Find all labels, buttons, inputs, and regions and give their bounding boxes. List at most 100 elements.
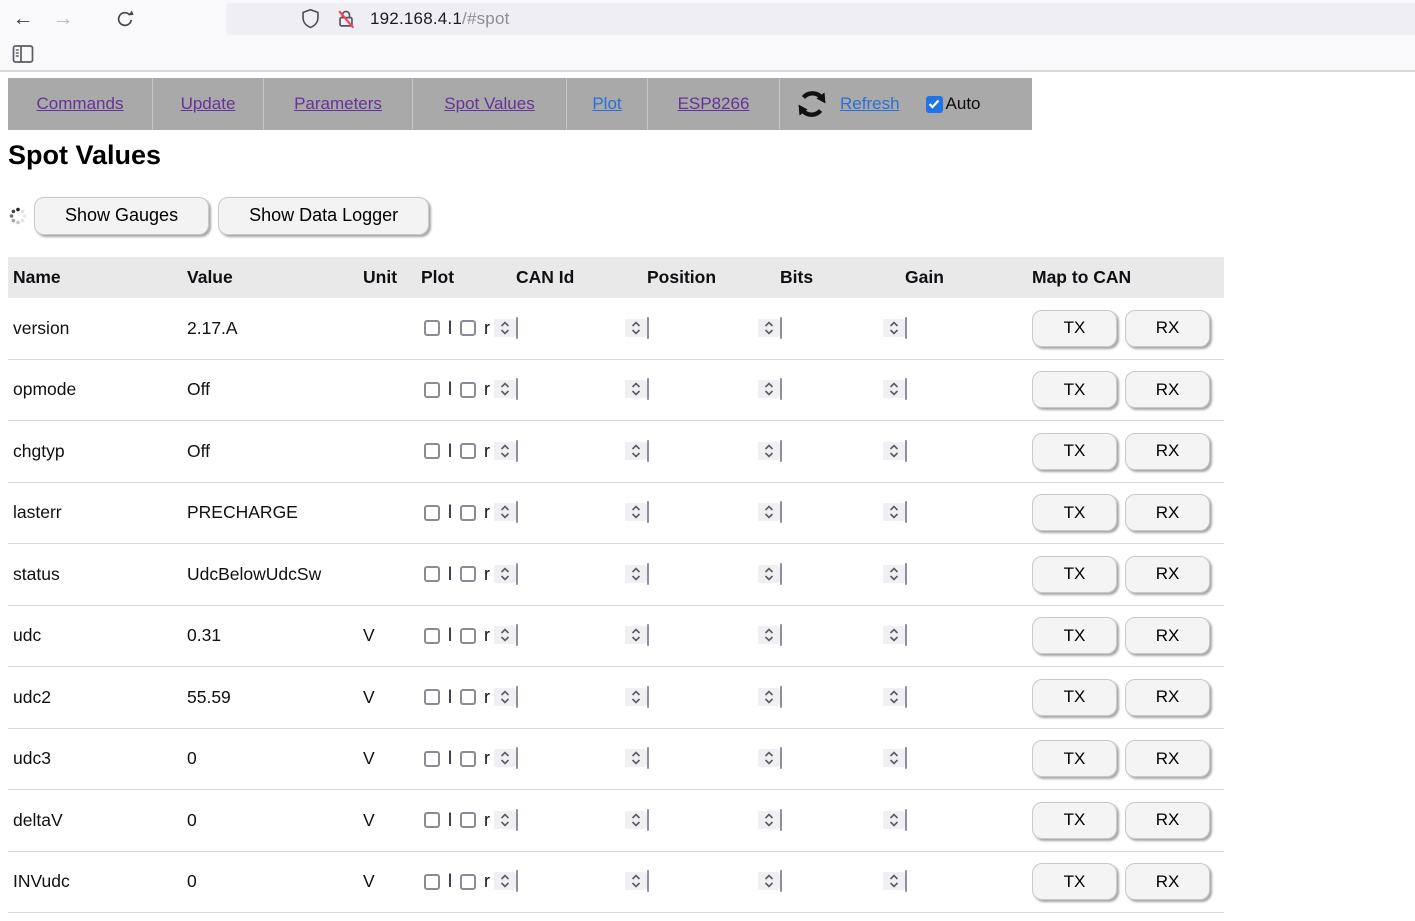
reload-button[interactable] <box>108 4 142 34</box>
number-spinner[interactable] <box>494 872 516 890</box>
plot-left-checkbox[interactable] <box>424 689 440 705</box>
position-input[interactable] <box>647 317 649 339</box>
plot-right-checkbox[interactable] <box>460 689 476 705</box>
plot-right-checkbox[interactable] <box>460 566 476 582</box>
tx-button[interactable]: TX <box>1032 617 1117 654</box>
plot-left-checkbox[interactable] <box>424 628 440 644</box>
number-spinner[interactable] <box>883 380 905 398</box>
plot-left-checkbox[interactable] <box>424 751 440 767</box>
number-spinner[interactable] <box>625 626 647 644</box>
plot-right-checkbox[interactable] <box>460 505 476 521</box>
rx-button[interactable]: RX <box>1125 371 1210 408</box>
number-spinner[interactable] <box>758 319 780 337</box>
number-spinner[interactable] <box>625 811 647 829</box>
position-input[interactable] <box>647 870 649 892</box>
nav-link[interactable]: Update <box>181 94 236 114</box>
position-input[interactable] <box>647 686 649 708</box>
rx-button[interactable]: RX <box>1125 556 1210 593</box>
rx-button[interactable]: RX <box>1125 863 1210 900</box>
number-spinner[interactable] <box>758 626 780 644</box>
tx-button[interactable]: TX <box>1032 863 1117 900</box>
number-spinner[interactable] <box>883 503 905 521</box>
back-button[interactable]: ← <box>6 4 40 34</box>
tx-button[interactable]: TX <box>1032 371 1117 408</box>
position-input[interactable] <box>647 501 649 523</box>
nav-link[interactable]: ESP8266 <box>678 94 750 114</box>
number-spinner[interactable] <box>758 380 780 398</box>
number-spinner[interactable] <box>883 565 905 583</box>
number-spinner[interactable] <box>494 565 516 583</box>
bits-input[interactable] <box>780 686 782 708</box>
bits-input[interactable] <box>780 378 782 400</box>
position-input[interactable] <box>647 747 649 769</box>
can-id-input[interactable] <box>516 686 518 708</box>
number-spinner[interactable] <box>494 811 516 829</box>
number-spinner[interactable] <box>625 749 647 767</box>
rx-button[interactable]: RX <box>1125 802 1210 839</box>
can-id-input[interactable] <box>516 563 518 585</box>
position-input[interactable] <box>647 624 649 646</box>
tx-button[interactable]: TX <box>1032 740 1117 777</box>
forward-button[interactable]: → <box>46 4 80 34</box>
rx-button[interactable]: RX <box>1125 310 1210 347</box>
bits-input[interactable] <box>780 317 782 339</box>
number-spinner[interactable] <box>758 872 780 890</box>
number-spinner[interactable] <box>758 442 780 460</box>
nav-link[interactable]: Parameters <box>294 94 382 114</box>
show-gauges-button[interactable]: Show Gauges <box>34 197 209 235</box>
bits-input[interactable] <box>780 747 782 769</box>
nav-link[interactable]: Plot <box>592 94 621 114</box>
number-spinner[interactable] <box>883 749 905 767</box>
plot-right-checkbox[interactable] <box>460 443 476 459</box>
position-input[interactable] <box>647 809 649 831</box>
tx-button[interactable]: TX <box>1032 679 1117 716</box>
sidebar-toggle-button[interactable] <box>8 40 38 68</box>
number-spinner[interactable] <box>883 872 905 890</box>
bits-input[interactable] <box>780 501 782 523</box>
number-spinner[interactable] <box>758 688 780 706</box>
plot-right-checkbox[interactable] <box>460 874 476 890</box>
number-spinner[interactable] <box>883 811 905 829</box>
rx-button[interactable]: RX <box>1125 679 1210 716</box>
plot-right-checkbox[interactable] <box>460 320 476 336</box>
show-data-logger-button[interactable]: Show Data Logger <box>218 197 429 235</box>
plot-left-checkbox[interactable] <box>424 874 440 890</box>
plot-right-checkbox[interactable] <box>460 382 476 398</box>
plot-left-checkbox[interactable] <box>424 382 440 398</box>
number-spinner[interactable] <box>625 319 647 337</box>
plot-left-checkbox[interactable] <box>424 566 440 582</box>
plot-right-checkbox[interactable] <box>460 628 476 644</box>
bits-input[interactable] <box>780 809 782 831</box>
can-id-input[interactable] <box>516 317 518 339</box>
bits-input[interactable] <box>780 440 782 462</box>
number-spinner[interactable] <box>758 749 780 767</box>
url-bar[interactable]: 192.168.4.1/#spot <box>226 3 1415 35</box>
gain-input[interactable] <box>905 624 907 646</box>
can-id-input[interactable] <box>516 870 518 892</box>
number-spinner[interactable] <box>494 626 516 644</box>
number-spinner[interactable] <box>494 749 516 767</box>
number-spinner[interactable] <box>625 442 647 460</box>
rx-button[interactable]: RX <box>1125 433 1210 470</box>
gain-input[interactable] <box>905 809 907 831</box>
number-spinner[interactable] <box>625 380 647 398</box>
can-id-input[interactable] <box>516 378 518 400</box>
number-spinner[interactable] <box>494 319 516 337</box>
shield-icon[interactable] <box>298 7 322 31</box>
position-input[interactable] <box>647 440 649 462</box>
number-spinner[interactable] <box>883 319 905 337</box>
gain-input[interactable] <box>905 440 907 462</box>
gain-input[interactable] <box>905 686 907 708</box>
number-spinner[interactable] <box>494 503 516 521</box>
bits-input[interactable] <box>780 870 782 892</box>
gain-input[interactable] <box>905 870 907 892</box>
can-id-input[interactable] <box>516 747 518 769</box>
refresh-icon[interactable] <box>794 86 830 122</box>
rx-button[interactable]: RX <box>1125 494 1210 531</box>
auto-checkbox[interactable] <box>926 96 943 113</box>
nav-link[interactable]: Spot Values <box>444 94 534 114</box>
gain-input[interactable] <box>905 563 907 585</box>
number-spinner[interactable] <box>758 503 780 521</box>
insecure-lock-icon[interactable] <box>334 7 358 31</box>
number-spinner[interactable] <box>883 626 905 644</box>
